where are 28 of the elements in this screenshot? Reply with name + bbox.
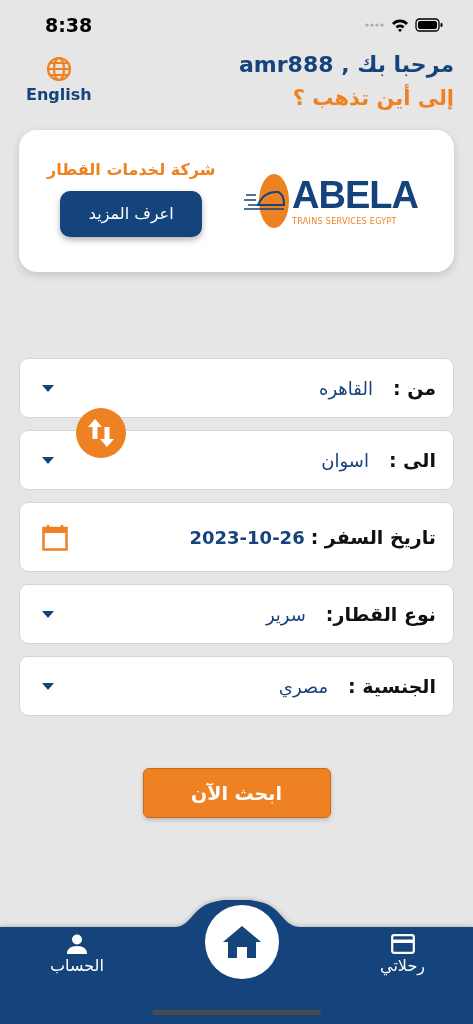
caret-icon [42, 456, 54, 464]
swap-arrows-icon [87, 417, 115, 449]
train-logo-icon [244, 173, 291, 229]
calendar-icon [42, 523, 68, 551]
person-icon [66, 934, 87, 954]
battery-icon [415, 18, 443, 32]
promo-title: شركة لخدمات القطار [47, 159, 216, 179]
caret-icon [42, 682, 54, 690]
logo-tagline: TRAINS SERVICES EGYPT [292, 217, 397, 226]
account-tab[interactable]: الحساب [50, 934, 104, 975]
status-time: 8:38 [45, 14, 93, 36]
greeting-text: مرحبا بك , amr888 [238, 51, 454, 80]
globe-icon [45, 56, 72, 82]
caret-icon [42, 610, 54, 618]
caret-icon [42, 384, 54, 392]
wifi-icon [391, 18, 409, 32]
home-icon [222, 926, 261, 958]
logo-text: ABELA [292, 176, 418, 214]
card-icon [390, 934, 415, 954]
trips-tab[interactable]: رحلاتي [380, 934, 425, 975]
dropdown-field[interactable]: نوع القطار: سرير [19, 584, 454, 644]
learn-more-button[interactable]: اعرف المزيد [60, 190, 203, 237]
language-button[interactable]: English [26, 50, 92, 104]
subtitle-text: إلى أين تذهب ؟ [292, 83, 454, 112]
dropdown-field[interactable]: من : القاهره [19, 358, 454, 418]
signal-icon [365, 23, 385, 27]
dropdown-field[interactable]: الى : اسوان [19, 430, 454, 490]
dropdown-field[interactable]: الجنسية : مصري [19, 656, 454, 716]
